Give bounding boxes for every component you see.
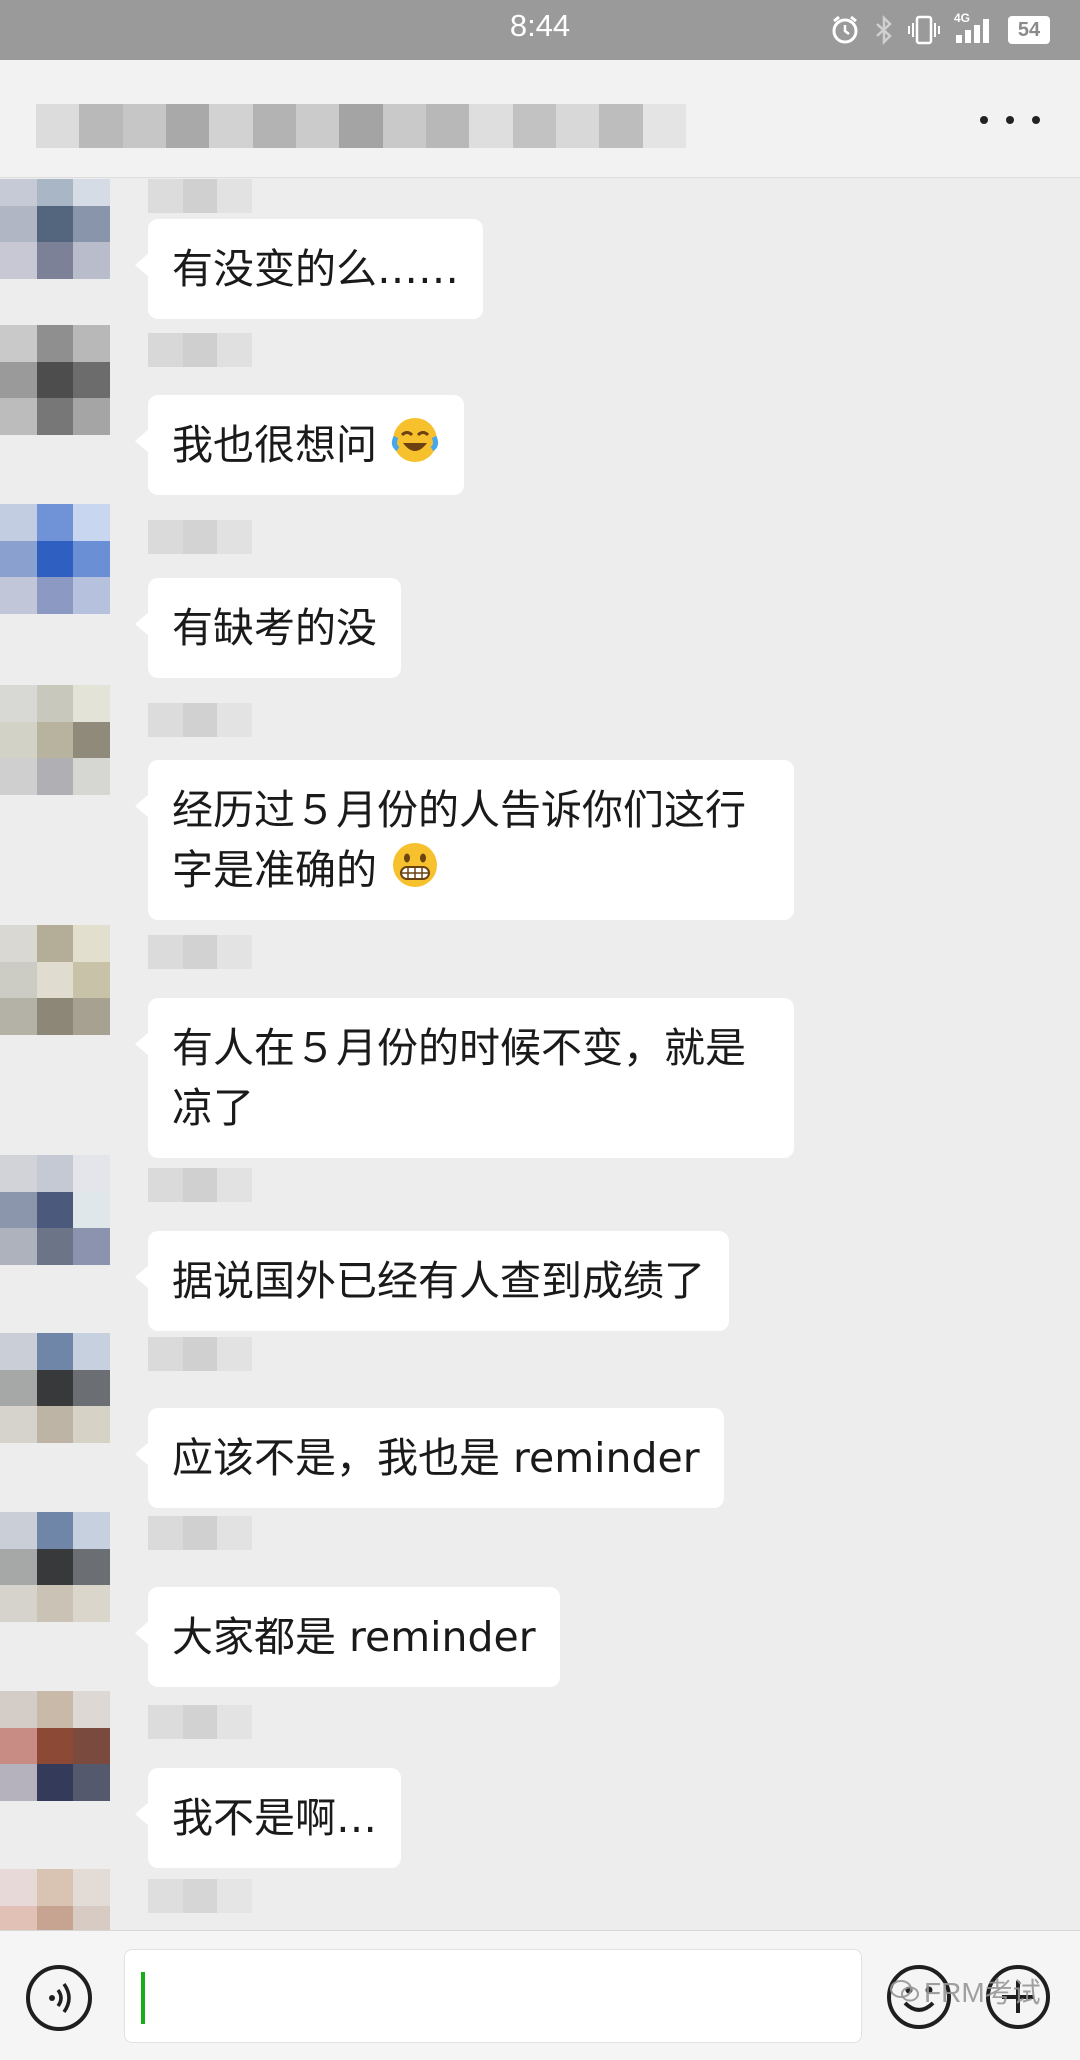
avatar[interactable]: [0, 1155, 110, 1265]
vibrate-icon: [908, 15, 940, 45]
message-text: 大家都是 reminder: [172, 1613, 536, 1661]
avatar[interactable]: [0, 1333, 110, 1443]
sender-name-blurred: [148, 703, 253, 737]
chat-title-blurred: [36, 104, 686, 148]
message-bubble[interactable]: 我不是啊…: [135, 1768, 401, 1868]
message-text: 有人在５月份的时候不变，就是: [172, 1024, 746, 1072]
grinning-emoji: [393, 843, 438, 887]
crying-laughing-emoji: [391, 418, 439, 462]
watermark: FRM考试: [890, 1971, 1041, 2011]
sender-name-blurred: [148, 333, 253, 367]
watermark-text: FRM考试: [924, 1977, 1041, 2008]
signal-icon: [956, 19, 989, 43]
avatar[interactable]: [0, 925, 110, 1035]
sender-name-blurred: [148, 1337, 253, 1371]
more-button[interactable]: [980, 98, 1040, 142]
message-bubble[interactable]: 有人在５月份的时候不变，就是 凉了: [135, 998, 794, 1158]
avatar[interactable]: [0, 1691, 110, 1801]
status-icons: 4G 54: [830, 11, 1050, 48]
signal-4g: 4G: [954, 11, 994, 45]
message-text: 据说国外已经有人查到成绩了: [172, 1257, 705, 1305]
sender-name-blurred: [148, 1516, 253, 1550]
avatar[interactable]: [0, 1869, 110, 1930]
sender-name-blurred: [148, 1705, 253, 1739]
sender-name-blurred: [148, 520, 253, 554]
status-bar: 8:44 4G 54: [0, 0, 1080, 60]
sender-name-blurred: [148, 179, 253, 213]
avatar[interactable]: [0, 685, 110, 795]
message-text-line-2: 字是准确的: [172, 840, 770, 900]
sender-name-blurred: [148, 1168, 253, 1202]
text-cursor: [141, 1972, 145, 2024]
chat-messages[interactable]: 有没变的么…… 我也很想问 有缺考的没 经历过５月份的人告诉你们这行 字是准确的…: [0, 179, 1080, 1930]
message-text: 经历过５月份的人告诉你们这行: [172, 786, 746, 834]
voice-button[interactable]: [26, 1965, 92, 2031]
sender-name-blurred: [148, 1879, 253, 1913]
message-text: 有缺考的没: [172, 604, 377, 652]
avatar[interactable]: [0, 1512, 110, 1622]
message-text-line-2: 凉了: [172, 1084, 254, 1132]
message-text: 我也很想问: [172, 421, 377, 469]
battery-icon: 54: [1008, 16, 1050, 44]
alarm-icon: [832, 15, 858, 44]
message-text: 应该不是，我也是 reminder: [172, 1434, 700, 1482]
message-bubble[interactable]: 经历过５月份的人告诉你们这行 字是准确的: [135, 760, 794, 920]
message-bubble[interactable]: 我也很想问: [134, 395, 465, 495]
avatar[interactable]: [0, 179, 110, 279]
message-input[interactable]: [124, 1949, 862, 2043]
wechat-logo-icon: [890, 1980, 919, 2002]
sender-name-blurred: [148, 935, 253, 969]
avatar[interactable]: [0, 325, 110, 435]
message-bubble[interactable]: 大家都是 reminder: [135, 1587, 560, 1687]
message-bubble[interactable]: 应该不是，我也是 reminder: [135, 1408, 724, 1508]
voice-icon: [49, 1982, 71, 2014]
message-text: 我不是啊…: [172, 1794, 377, 1842]
chat-header: [0, 60, 1080, 178]
message-bubble[interactable]: 有缺考的没: [135, 578, 401, 678]
more-icon: [980, 116, 988, 124]
message-bubble[interactable]: 有没变的么……: [135, 219, 483, 319]
avatar[interactable]: [0, 504, 110, 614]
bluetooth-icon: [876, 15, 892, 45]
input-bar: FRM考试: [0, 1930, 1080, 2060]
message-text: 有没变的么……: [172, 245, 459, 293]
message-bubble[interactable]: 据说国外已经有人查到成绩了: [135, 1231, 729, 1331]
